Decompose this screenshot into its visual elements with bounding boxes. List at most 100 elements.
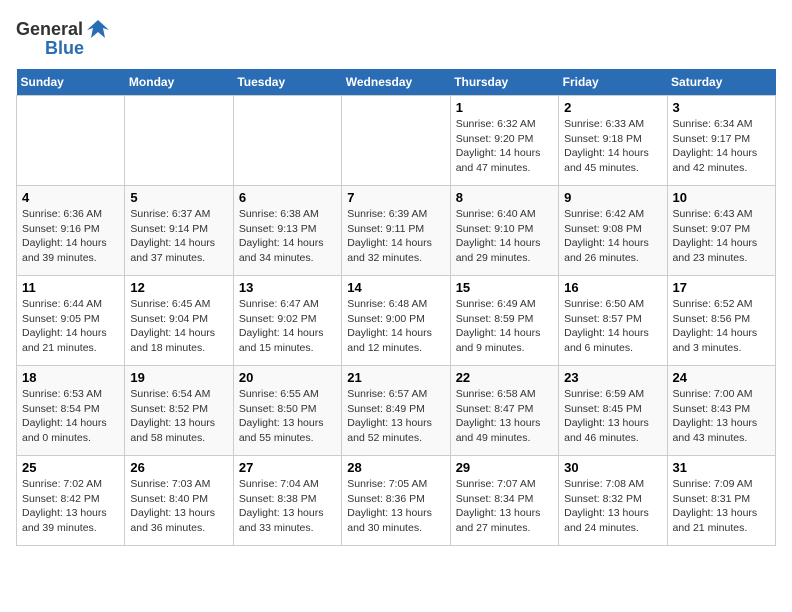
day-info: Sunrise: 6:37 AM Sunset: 9:14 PM Dayligh… — [130, 207, 227, 266]
day-info: Sunrise: 7:07 AM Sunset: 8:34 PM Dayligh… — [456, 477, 553, 536]
day-number: 25 — [22, 460, 119, 475]
calendar-cell: 6 Sunrise: 6:38 AM Sunset: 9:13 PM Daylig… — [233, 186, 341, 276]
calendar-cell: 11 Sunrise: 6:44 AM Sunset: 9:05 PM Dayli… — [17, 276, 125, 366]
day-header-friday: Friday — [559, 69, 667, 96]
day-number: 4 — [22, 190, 119, 205]
day-info: Sunrise: 6:59 AM Sunset: 8:45 PM Dayligh… — [564, 387, 661, 446]
day-info: Sunrise: 6:36 AM Sunset: 9:16 PM Dayligh… — [22, 207, 119, 266]
day-info: Sunrise: 6:42 AM Sunset: 9:08 PM Dayligh… — [564, 207, 661, 266]
day-number: 29 — [456, 460, 553, 475]
calendar-cell — [233, 96, 341, 186]
calendar-cell: 22 Sunrise: 6:58 AM Sunset: 8:47 PM Dayli… — [450, 366, 558, 456]
day-info: Sunrise: 6:50 AM Sunset: 8:57 PM Dayligh… — [564, 297, 661, 356]
day-info: Sunrise: 7:02 AM Sunset: 8:42 PM Dayligh… — [22, 477, 119, 536]
logo-bird-icon — [85, 16, 111, 42]
day-info: Sunrise: 6:32 AM Sunset: 9:20 PM Dayligh… — [456, 117, 553, 176]
day-number: 16 — [564, 280, 661, 295]
calendar-week-3: 11 Sunrise: 6:44 AM Sunset: 9:05 PM Dayli… — [17, 276, 776, 366]
day-number: 13 — [239, 280, 336, 295]
calendar-cell — [17, 96, 125, 186]
day-info: Sunrise: 6:57 AM Sunset: 8:49 PM Dayligh… — [347, 387, 444, 446]
calendar-cell: 18 Sunrise: 6:53 AM Sunset: 8:54 PM Dayli… — [17, 366, 125, 456]
day-number: 5 — [130, 190, 227, 205]
calendar-cell: 1 Sunrise: 6:32 AM Sunset: 9:20 PM Daylig… — [450, 96, 558, 186]
day-header-sunday: Sunday — [17, 69, 125, 96]
day-info: Sunrise: 6:44 AM Sunset: 9:05 PM Dayligh… — [22, 297, 119, 356]
day-info: Sunrise: 6:53 AM Sunset: 8:54 PM Dayligh… — [22, 387, 119, 446]
calendar-cell: 23 Sunrise: 6:59 AM Sunset: 8:45 PM Dayli… — [559, 366, 667, 456]
calendar-cell: 8 Sunrise: 6:40 AM Sunset: 9:10 PM Daylig… — [450, 186, 558, 276]
day-info: Sunrise: 6:52 AM Sunset: 8:56 PM Dayligh… — [673, 297, 770, 356]
calendar-cell: 9 Sunrise: 6:42 AM Sunset: 9:08 PM Daylig… — [559, 186, 667, 276]
logo-general-text: General — [16, 19, 83, 40]
calendar-cell: 25 Sunrise: 7:02 AM Sunset: 8:42 PM Dayli… — [17, 456, 125, 546]
calendar-cell: 3Sunrise: 6:34 AM Sunset: 9:17 PM Daylig… — [667, 96, 775, 186]
day-number: 15 — [456, 280, 553, 295]
day-info: Sunrise: 6:34 AM Sunset: 9:17 PM Dayligh… — [673, 117, 770, 176]
day-info: Sunrise: 6:58 AM Sunset: 8:47 PM Dayligh… — [456, 387, 553, 446]
days-header-row: SundayMondayTuesdayWednesdayThursdayFrid… — [17, 69, 776, 96]
day-number: 6 — [239, 190, 336, 205]
day-number: 26 — [130, 460, 227, 475]
day-info: Sunrise: 6:47 AM Sunset: 9:02 PM Dayligh… — [239, 297, 336, 356]
day-number: 7 — [347, 190, 444, 205]
day-info: Sunrise: 6:43 AM Sunset: 9:07 PM Dayligh… — [673, 207, 770, 266]
day-number: 11 — [22, 280, 119, 295]
calendar-cell: 29 Sunrise: 7:07 AM Sunset: 8:34 PM Dayli… — [450, 456, 558, 546]
calendar-cell: 12Sunrise: 6:45 AM Sunset: 9:04 PM Dayli… — [125, 276, 233, 366]
day-info: Sunrise: 7:05 AM Sunset: 8:36 PM Dayligh… — [347, 477, 444, 536]
day-header-monday: Monday — [125, 69, 233, 96]
day-number: 23 — [564, 370, 661, 385]
calendar-cell: 28Sunrise: 7:05 AM Sunset: 8:36 PM Dayli… — [342, 456, 450, 546]
day-info: Sunrise: 7:03 AM Sunset: 8:40 PM Dayligh… — [130, 477, 227, 536]
logo-blue-text: Blue — [45, 38, 84, 59]
day-number: 1 — [456, 100, 553, 115]
calendar-cell: 4 Sunrise: 6:36 AM Sunset: 9:16 PM Daylig… — [17, 186, 125, 276]
day-number: 8 — [456, 190, 553, 205]
calendar-week-1: 1 Sunrise: 6:32 AM Sunset: 9:20 PM Daylig… — [17, 96, 776, 186]
day-info: Sunrise: 6:54 AM Sunset: 8:52 PM Dayligh… — [130, 387, 227, 446]
calendar-table: SundayMondayTuesdayWednesdayThursdayFrid… — [16, 69, 776, 546]
calendar-week-2: 4 Sunrise: 6:36 AM Sunset: 9:16 PM Daylig… — [17, 186, 776, 276]
day-info: Sunrise: 7:00 AM Sunset: 8:43 PM Dayligh… — [673, 387, 770, 446]
day-number: 24 — [673, 370, 770, 385]
day-number: 10 — [673, 190, 770, 205]
page-header: General Blue — [16, 16, 776, 59]
calendar-cell: 10 Sunrise: 6:43 AM Sunset: 9:07 PM Dayli… — [667, 186, 775, 276]
calendar-cell: 13 Sunrise: 6:47 AM Sunset: 9:02 PM Dayli… — [233, 276, 341, 366]
day-info: Sunrise: 7:09 AM Sunset: 8:31 PM Dayligh… — [673, 477, 770, 536]
day-number: 17 — [673, 280, 770, 295]
logo: General Blue — [16, 16, 113, 59]
day-number: 30 — [564, 460, 661, 475]
day-number: 9 — [564, 190, 661, 205]
day-number: 22 — [456, 370, 553, 385]
day-header-wednesday: Wednesday — [342, 69, 450, 96]
calendar-cell: 31Sunrise: 7:09 AM Sunset: 8:31 PM Dayli… — [667, 456, 775, 546]
calendar-cell: 2Sunrise: 6:33 AM Sunset: 9:18 PM Daylig… — [559, 96, 667, 186]
calendar-cell: 19 Sunrise: 6:54 AM Sunset: 8:52 PM Dayli… — [125, 366, 233, 456]
calendar-cell: 5 Sunrise: 6:37 AM Sunset: 9:14 PM Daylig… — [125, 186, 233, 276]
calendar-cell: 17 Sunrise: 6:52 AM Sunset: 8:56 PM Dayli… — [667, 276, 775, 366]
calendar-cell: 24 Sunrise: 7:00 AM Sunset: 8:43 PM Dayli… — [667, 366, 775, 456]
calendar-week-5: 25 Sunrise: 7:02 AM Sunset: 8:42 PM Dayli… — [17, 456, 776, 546]
day-number: 27 — [239, 460, 336, 475]
calendar-week-4: 18 Sunrise: 6:53 AM Sunset: 8:54 PM Dayli… — [17, 366, 776, 456]
day-number: 18 — [22, 370, 119, 385]
day-info: Sunrise: 6:40 AM Sunset: 9:10 PM Dayligh… — [456, 207, 553, 266]
calendar-cell: 16 Sunrise: 6:50 AM Sunset: 8:57 PM Dayli… — [559, 276, 667, 366]
day-number: 21 — [347, 370, 444, 385]
day-info: Sunrise: 7:04 AM Sunset: 8:38 PM Dayligh… — [239, 477, 336, 536]
day-number: 19 — [130, 370, 227, 385]
day-info: Sunrise: 6:48 AM Sunset: 9:00 PM Dayligh… — [347, 297, 444, 356]
day-number: 20 — [239, 370, 336, 385]
day-info: Sunrise: 6:33 AM Sunset: 9:18 PM Dayligh… — [564, 117, 661, 176]
calendar-cell: 26 Sunrise: 7:03 AM Sunset: 8:40 PM Dayli… — [125, 456, 233, 546]
day-info: Sunrise: 6:38 AM Sunset: 9:13 PM Dayligh… — [239, 207, 336, 266]
day-number: 14 — [347, 280, 444, 295]
day-header-saturday: Saturday — [667, 69, 775, 96]
day-info: Sunrise: 7:08 AM Sunset: 8:32 PM Dayligh… — [564, 477, 661, 536]
calendar-cell: 7Sunrise: 6:39 AM Sunset: 9:11 PM Daylig… — [342, 186, 450, 276]
calendar-cell: 21 Sunrise: 6:57 AM Sunset: 8:49 PM Dayli… — [342, 366, 450, 456]
calendar-cell: 27 Sunrise: 7:04 AM Sunset: 8:38 PM Dayli… — [233, 456, 341, 546]
calendar-cell: 30 Sunrise: 7:08 AM Sunset: 8:32 PM Dayli… — [559, 456, 667, 546]
